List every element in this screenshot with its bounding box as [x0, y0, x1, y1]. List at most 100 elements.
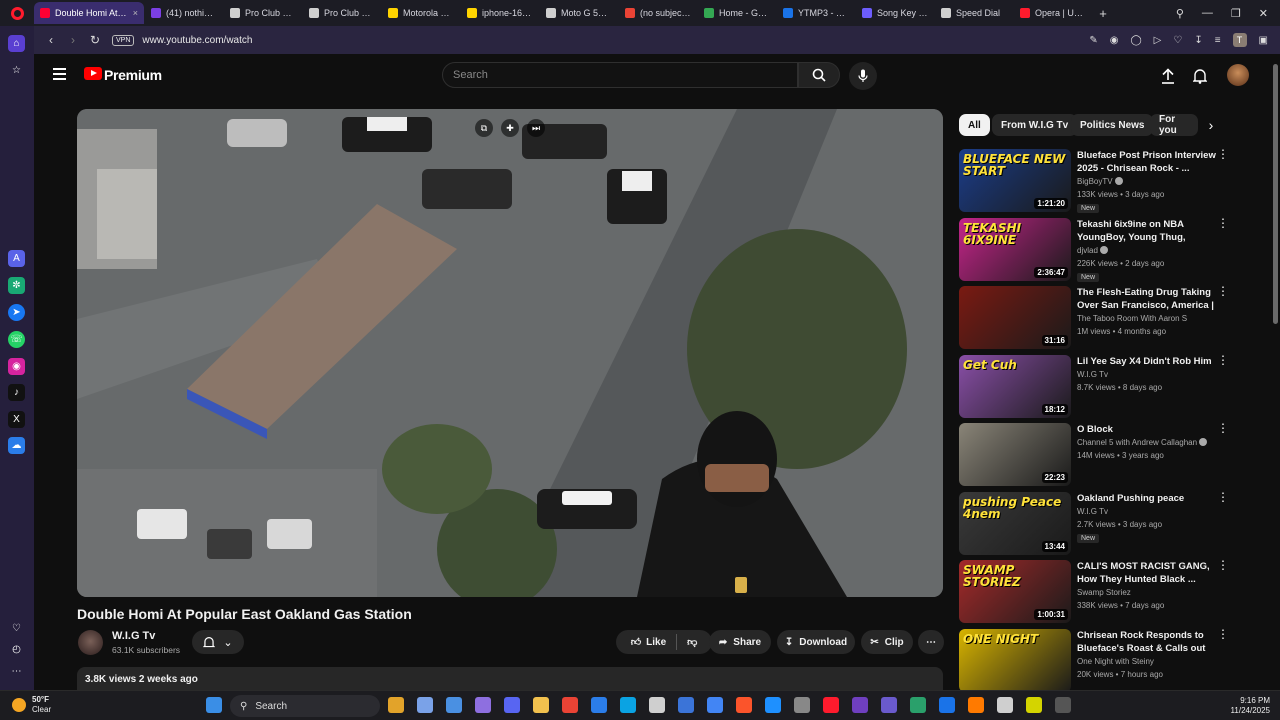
filter-chip[interactable]: Politics News: [1071, 114, 1154, 136]
minimize-icon[interactable]: —: [1202, 7, 1213, 19]
new-tab-button[interactable]: +: [1093, 3, 1113, 23]
like-button[interactable]: 👍︎ Like: [631, 636, 666, 649]
browser-tab[interactable]: Motorola moto: [382, 2, 460, 24]
app-icon[interactable]: [910, 697, 926, 713]
steam-icon[interactable]: [620, 697, 636, 713]
file-explorer-icon[interactable]: [446, 697, 462, 713]
video-title[interactable]: O Block: [1077, 423, 1217, 436]
recommended-video[interactable]: 22:23 O Block Channel 5 with Andrew Callag…: [959, 422, 1269, 489]
subscribed-notification-button[interactable]: ⌄: [192, 630, 244, 654]
more-actions-button[interactable]: ⋯: [918, 630, 944, 654]
heart-icon[interactable]: ♡: [1173, 35, 1182, 46]
video-thumbnail[interactable]: BLUEFACE NEW START 1:21:20: [959, 149, 1071, 212]
channel-avatar[interactable]: [78, 630, 103, 655]
channel-name[interactable]: djvlad: [1077, 245, 1108, 255]
video-title[interactable]: Oakland Pushing peace: [1077, 492, 1217, 505]
more-options-icon[interactable]: ⋮: [1217, 148, 1229, 160]
video-thumbnail[interactable]: pushing Peace 4nem 13:44: [959, 491, 1071, 555]
messenger-icon[interactable]: ➤: [8, 304, 25, 321]
notepad-icon[interactable]: [939, 697, 955, 713]
browser-tab[interactable]: Home - Google: [698, 2, 776, 24]
dislike-button[interactable]: 👎︎: [687, 636, 697, 648]
browser-tab[interactable]: YTMP3 - YouTub: [777, 2, 855, 24]
reload-icon[interactable]: ↻: [84, 33, 106, 47]
shield-icon[interactable]: ◯: [1130, 35, 1141, 46]
forward-icon[interactable]: ›: [62, 33, 84, 47]
recommended-video[interactable]: SWAMP STORIEZ 1:00:31 CALI'S MOST RACIST G…: [959, 559, 1269, 626]
recommended-video[interactable]: ONE NIGHT Chrisean Rock Responds to Bluef…: [959, 628, 1269, 695]
cloud-icon[interactable]: ☁: [8, 437, 25, 454]
channel-name[interactable]: The Taboo Room With Aaron S: [1077, 314, 1187, 323]
video-thumbnail[interactable]: ONE NIGHT: [959, 628, 1071, 692]
youtube-premium-label[interactable]: Premium: [104, 67, 162, 83]
teams-icon[interactable]: [881, 697, 897, 713]
clip-button[interactable]: ✂ Clip: [861, 630, 913, 654]
brave-icon[interactable]: [736, 697, 752, 713]
extensions-icon[interactable]: ▣: [1259, 35, 1268, 46]
search-button[interactable]: [798, 62, 840, 88]
user-avatar[interactable]: [1227, 64, 1249, 86]
discord-icon[interactable]: [504, 697, 520, 713]
more-options-icon[interactable]: ⋮: [1217, 354, 1229, 366]
star-icon[interactable]: ☆: [8, 62, 25, 79]
video-thumbnail[interactable]: 22:23: [959, 423, 1071, 486]
x-icon[interactable]: X: [8, 411, 25, 428]
channel-name[interactable]: W.I.G Tv: [1077, 507, 1108, 516]
channel-name[interactable]: W.I.G Tv: [112, 630, 155, 642]
channel-name[interactable]: Swamp Storiez: [1077, 588, 1131, 597]
video-thumbnail[interactable]: TEKASHI 6IX9INE 2:36:47: [959, 217, 1071, 281]
more-options-icon[interactable]: ⋮: [1217, 628, 1229, 640]
browser-tab[interactable]: iphone-16-savin: [461, 2, 539, 24]
browser-tab[interactable]: Speed Dial: [935, 2, 1013, 24]
more-options-icon[interactable]: ⋮: [1217, 285, 1229, 297]
aria-icon[interactable]: A: [8, 250, 25, 267]
page-scrollbar[interactable]: [1271, 54, 1280, 690]
google-chrome-icon[interactable]: [707, 697, 723, 713]
start-icon[interactable]: [206, 697, 222, 713]
whatsapp-icon[interactable]: ☏: [8, 331, 25, 348]
miniplayer-icon[interactable]: ⧉: [475, 119, 493, 137]
snapshot-icon[interactable]: ◉: [1110, 35, 1119, 46]
folder-icon[interactable]: [533, 697, 549, 713]
browser-tab[interactable]: (no subject) - ty: [619, 2, 697, 24]
maximize-icon[interactable]: ❐: [1231, 7, 1241, 20]
recommended-video[interactable]: Get Cuh 18:12 Lil Yee Say X4 Didn't Rob Hi…: [959, 354, 1269, 421]
hamburger-menu-icon[interactable]: [53, 68, 66, 83]
video-thumbnail[interactable]: 31:16: [959, 286, 1071, 349]
chatgpt-icon[interactable]: ✼: [8, 277, 25, 294]
video-title[interactable]: Lil Yee Say X4 Didn't Rob Him: [1077, 355, 1217, 368]
close-tab-icon[interactable]: ×: [133, 8, 138, 18]
recommended-video[interactable]: 31:16 The Flesh-Eating Drug Taking Over S…: [959, 285, 1269, 352]
filter-chip[interactable]: For you: [1150, 114, 1198, 136]
url-field[interactable]: www.youtube.com/watch: [142, 35, 252, 46]
video-title[interactable]: Blueface Post Prison Interview 2025 - Ch…: [1077, 149, 1217, 175]
notifications-button[interactable]: [1188, 64, 1212, 88]
app-icon[interactable]: [1026, 697, 1042, 713]
more-icon[interactable]: ⋯: [8, 663, 25, 680]
share-button[interactable]: ➦ Share: [709, 630, 771, 654]
browser-tab[interactable]: Opera | Update: [1014, 2, 1092, 24]
media-icon[interactable]: [1055, 697, 1071, 713]
browser-tab[interactable]: Pro Club Men's: [224, 2, 302, 24]
menu-icon[interactable]: ≡: [1215, 35, 1221, 46]
video-title[interactable]: Tekashi 6ix9ine on NBA YoungBoy, Young T…: [1077, 218, 1217, 244]
player-icon[interactable]: ▷: [1154, 35, 1162, 46]
search-input[interactable]: Search: [442, 62, 798, 88]
weather-widget[interactable]: 50°F Clear: [12, 695, 51, 715]
edit-icon[interactable]: ✎: [1089, 35, 1097, 46]
download-button[interactable]: ↧ Download: [777, 630, 855, 654]
more-options-icon[interactable]: ⋮: [1217, 559, 1229, 571]
back-icon[interactable]: ‹: [40, 33, 62, 47]
browser-tab[interactable]: (41) nothingb4k: [145, 2, 223, 24]
app-icon[interactable]: [475, 697, 491, 713]
youtube-logo-icon[interactable]: [84, 67, 102, 80]
chrome-icon[interactable]: [562, 697, 578, 713]
opera-menu-icon[interactable]: [0, 0, 34, 26]
instagram-icon[interactable]: ◉: [8, 358, 25, 375]
upload-button[interactable]: [1156, 64, 1180, 88]
channel-name[interactable]: Channel 5 with Andrew Callaghan: [1077, 438, 1208, 447]
channel-name[interactable]: BigBoyTV: [1077, 177, 1123, 186]
video-title[interactable]: The Flesh-Eating Drug Taking Over San Fr…: [1077, 286, 1217, 312]
premiere-icon[interactable]: [852, 697, 868, 713]
close-window-icon[interactable]: ✕: [1259, 7, 1268, 20]
